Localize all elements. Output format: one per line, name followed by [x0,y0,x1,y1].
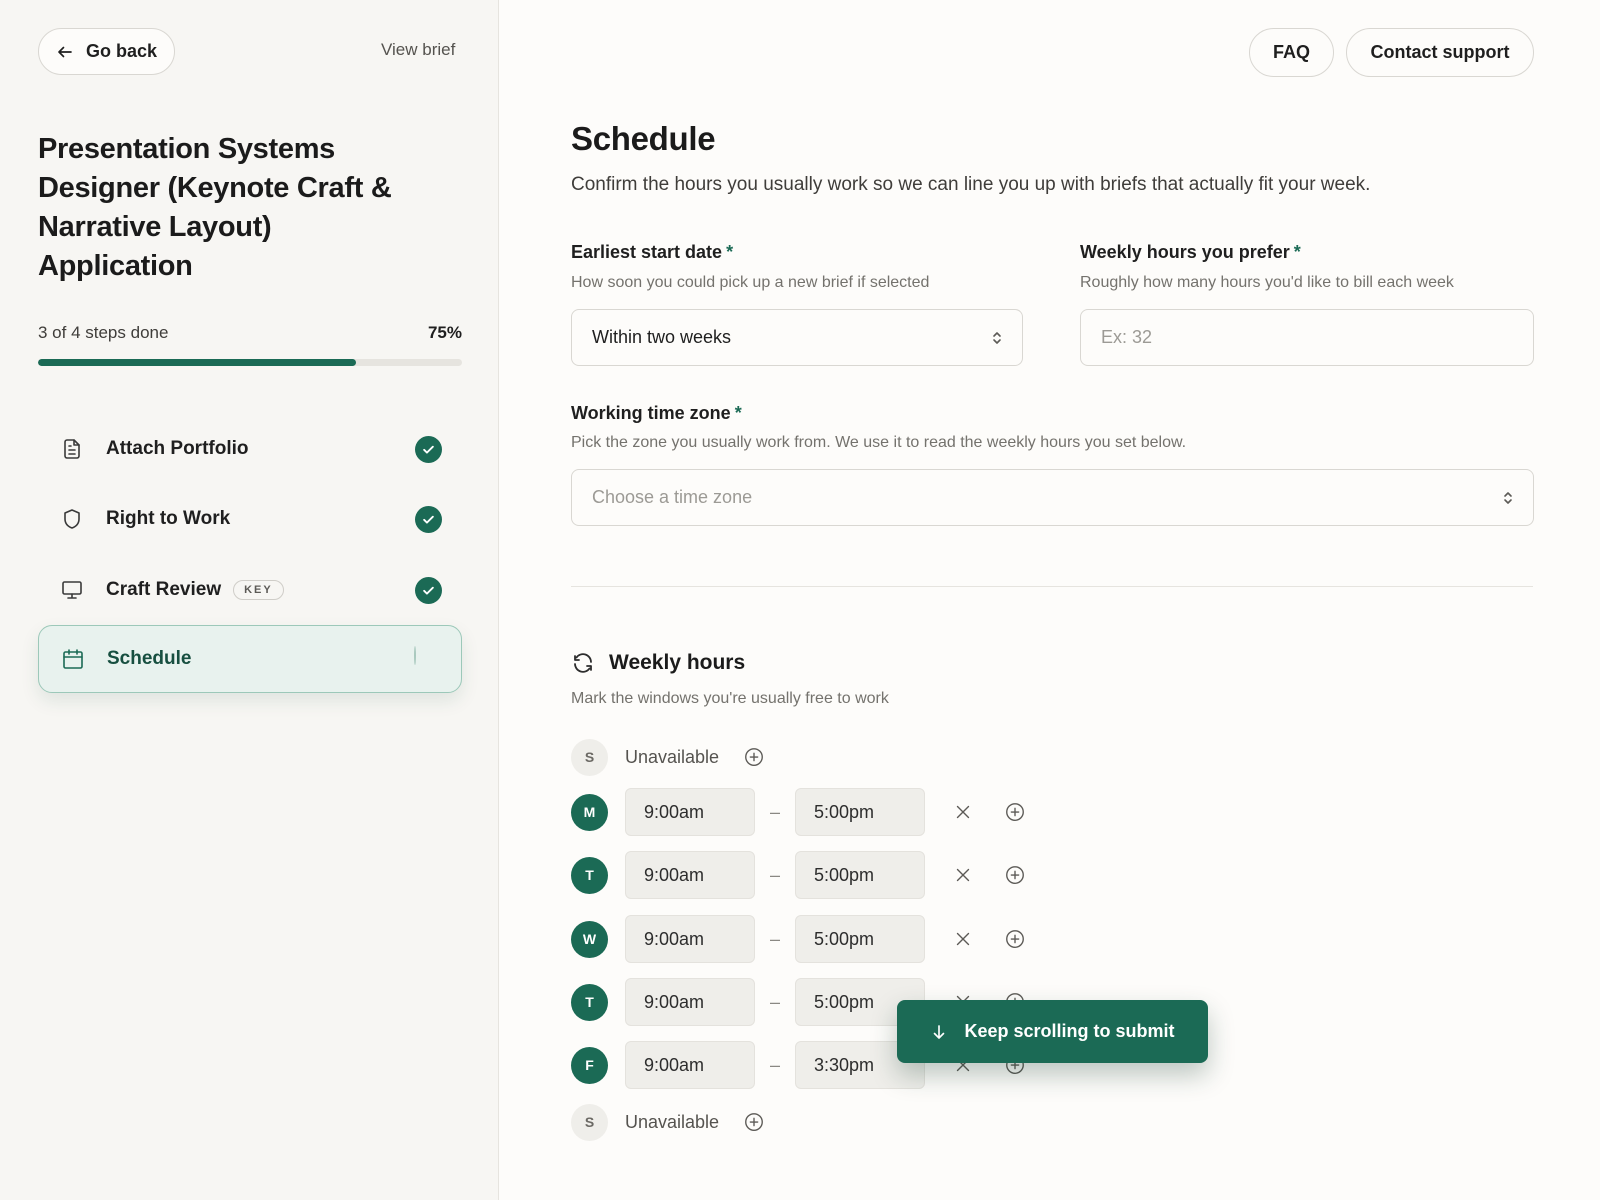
day-row-sunday: S Unavailable [571,733,765,781]
day-row-monday: M 9:00am – 5:00pm [571,788,1026,836]
start-date-value: Within two weeks [592,327,732,347]
page-subtitle: Confirm the hours you usually work so we… [571,174,1371,195]
time-zone-placeholder: Choose a time zone [592,487,753,507]
arrow-down-icon [930,1023,948,1041]
sidebar: Go back View brief Presentation Systems … [0,0,499,1200]
select-chevron-icon [1501,490,1515,506]
end-time-select[interactable]: 5:00pm [795,788,925,836]
day-badge: T [571,983,608,1021]
add-time-icon[interactable] [1004,928,1026,950]
weekly-hours-pref-label: Weekly hours you prefer * [1080,242,1301,263]
step-status [415,506,442,533]
document-icon [60,437,84,461]
day-row-saturday: S Unavailable [571,1098,765,1146]
view-brief-link[interactable]: View brief [381,40,455,60]
key-badge: KEY [233,580,284,600]
start-time-select[interactable]: 9:00am [625,978,755,1026]
monitor-icon [60,578,84,602]
weekly-hours-header: Weekly hours [571,651,745,675]
day-badge: S [571,738,608,776]
required-mark: * [734,403,742,423]
step-label: Schedule [107,648,192,669]
add-time-icon[interactable] [743,1111,765,1133]
progress-percent: 75% [427,323,462,342]
required-mark: * [726,242,734,262]
unavailable-text: Unavailable [625,746,720,767]
progress-bar [38,359,462,366]
close-icon[interactable] [952,801,974,823]
start-time-select[interactable]: 9:00am [625,788,755,836]
step-status [414,646,441,674]
pending-circle-icon [414,646,416,665]
calendar-icon [61,647,85,671]
step-attach-portfolio[interactable]: Attach Portfolio [38,415,462,483]
day-row-wednesday: W 9:00am – 5:00pm [571,915,1026,963]
step-label: Right to Work [106,508,231,529]
end-time-select[interactable]: 5:00pm [795,851,925,899]
start-time-select[interactable]: 9:00am [625,915,755,963]
step-right-to-work[interactable]: Right to Work [38,485,462,553]
section-divider [571,586,1533,587]
add-time-icon[interactable] [1004,801,1026,823]
contact-support-button[interactable]: Contact support [1346,28,1534,77]
step-schedule[interactable]: Schedule [38,625,462,693]
step-label: Craft Review [106,579,222,600]
add-time-icon[interactable] [1004,864,1026,886]
weekly-hours-pref-label-text: Weekly hours you prefer [1080,242,1290,262]
weekly-hours-subtitle: Mark the windows you're usually free to … [571,690,889,707]
day-row-tuesday: T 9:00am – 5:00pm [571,851,1026,899]
time-separator: – [769,991,780,1012]
check-icon [415,506,442,533]
go-back-label: Go back [85,41,158,61]
time-zone-help: Pick the zone you usually work from. We … [571,434,1187,451]
keep-scrolling-button[interactable]: Keep scrolling to submit [897,1000,1208,1063]
day-badge: M [571,793,608,831]
required-mark: * [1293,242,1301,262]
day-badge: S [571,1103,608,1141]
page-title: Schedule [571,120,716,157]
select-chevron-icon [990,330,1004,346]
start-date-select[interactable]: Within two weeks [571,309,1023,366]
refresh-icon [571,651,595,675]
time-zone-select[interactable]: Choose a time zone [571,469,1534,526]
start-time-select[interactable]: 9:00am [625,851,755,899]
close-icon[interactable] [952,864,974,886]
time-zone-label: Working time zone * [571,403,742,424]
weekly-hours-pref-help: Roughly how many hours you'd like to bil… [1080,274,1454,291]
time-separator: – [769,801,780,822]
check-icon [415,436,442,463]
start-date-help: How soon you could pick up a new brief i… [571,274,930,291]
arrow-left-icon [56,43,74,61]
start-date-label: Earliest start date * [571,242,733,263]
keep-scrolling-label: Keep scrolling to submit [964,1021,1175,1041]
close-icon[interactable] [952,928,974,950]
unavailable-text: Unavailable [625,1111,720,1132]
step-status [415,436,442,463]
day-badge: T [571,856,608,894]
time-separator: – [769,928,780,949]
progress-label: 3 of 4 steps done [38,323,169,342]
step-craft-review[interactable]: Craft Review KEY [38,556,462,624]
add-time-icon[interactable] [743,746,765,768]
start-date-label-text: Earliest start date [571,242,723,262]
progress-bar-fill [38,359,356,366]
time-zone-label-text: Working time zone [571,403,731,423]
step-label: Attach Portfolio [106,438,249,459]
application-title: Presentation Systems Designer (Keynote C… [38,133,392,282]
go-back-button[interactable]: Go back [38,28,175,75]
shield-icon [60,507,84,531]
day-badge: W [571,920,608,958]
start-time-select[interactable]: 9:00am [625,1041,755,1089]
end-time-select[interactable]: 5:00pm [795,915,925,963]
check-icon [415,577,442,604]
step-status [415,577,442,604]
weekly-hours-title: Weekly hours [609,651,746,674]
time-separator: – [769,1054,780,1075]
weekly-hours-input[interactable] [1080,309,1534,366]
time-separator: – [769,864,780,885]
day-badge: F [571,1046,608,1084]
faq-button[interactable]: FAQ [1249,28,1334,77]
